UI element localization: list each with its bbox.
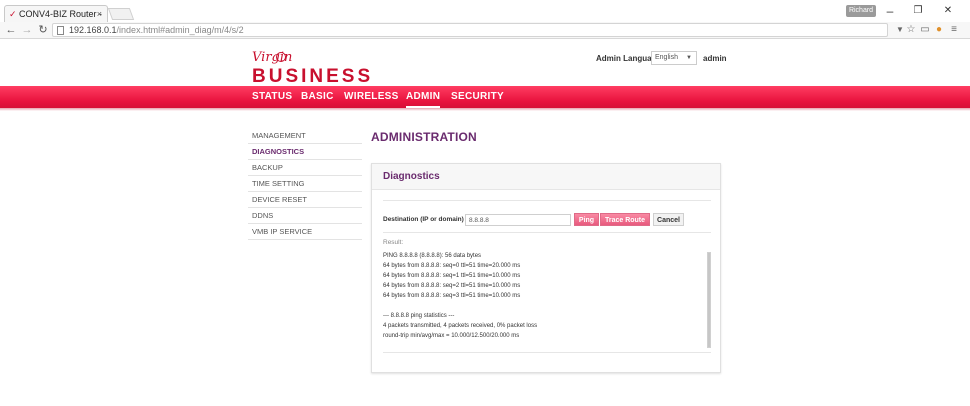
chevron-down-icon: ▼ bbox=[686, 55, 692, 61]
language-select-value: English bbox=[655, 54, 678, 61]
result-line: PING 8.8.8.8 (8.8.8.8): 56 data bytes bbox=[383, 253, 482, 259]
admin-sidebar: MANAGEMENT DIAGNOSTICS BACKUP TIME SETTI… bbox=[248, 128, 362, 240]
virgin-favicon-icon: ✓ bbox=[9, 9, 17, 19]
username[interactable]: admin bbox=[703, 54, 727, 63]
tab-title: CONV4-BIZ Router - bbox=[19, 9, 103, 19]
diagnostics-panel: Diagnostics Destination (IP or domain) P… bbox=[371, 163, 721, 373]
logo-circle-icon bbox=[276, 52, 286, 62]
nav-status[interactable]: STATUS bbox=[252, 86, 292, 108]
divider bbox=[383, 200, 711, 201]
destination-label: Destination (IP or domain) bbox=[383, 216, 464, 223]
star-icon[interactable]: ☆ bbox=[905, 24, 917, 36]
language-select[interactable]: English ▼ bbox=[651, 51, 697, 65]
sidebar-item-backup[interactable]: BACKUP bbox=[248, 160, 362, 176]
sidebar-item-management[interactable]: MANAGEMENT bbox=[248, 128, 362, 144]
tab-close-icon[interactable]: × bbox=[97, 6, 102, 22]
scrollbar-thumb[interactable] bbox=[708, 253, 710, 347]
result-line: 64 bytes from 8.8.8.8: seq=2 ttl=51 time… bbox=[383, 283, 521, 289]
nav-basic[interactable]: BASIC bbox=[301, 86, 334, 108]
minimize-icon[interactable]: – bbox=[880, 2, 900, 20]
nav-shadow bbox=[0, 108, 970, 111]
result-line: --- 8.8.8.8 ping statistics --- bbox=[383, 313, 455, 319]
nav-admin[interactable]: ADMIN bbox=[406, 86, 441, 108]
reload-icon[interactable]: ↻ bbox=[36, 23, 50, 37]
page-title: ADMINISTRATION bbox=[371, 130, 477, 144]
result-output: PING 8.8.8.8 (8.8.8.8): 56 data bytes 64… bbox=[383, 251, 711, 349]
browser-tabstrip: ✓ CONV4-BIZ Router - × Richard – ❐ ✕ bbox=[0, 0, 970, 22]
result-label: Result: bbox=[383, 239, 404, 246]
result-line: round-trip min/avg/max = 10.000/12.500/2… bbox=[383, 333, 520, 339]
restore-icon[interactable]: ❐ bbox=[908, 2, 928, 20]
nav-wireless[interactable]: WIRELESS bbox=[344, 86, 399, 108]
result-scrollbar[interactable] bbox=[707, 252, 711, 348]
extension-icon[interactable]: ● bbox=[933, 24, 945, 36]
sidebar-item-time-setting[interactable]: TIME SETTING bbox=[248, 176, 362, 192]
browser-tab[interactable]: ✓ CONV4-BIZ Router - × bbox=[4, 5, 108, 22]
menu-icon[interactable]: ≡ bbox=[948, 24, 960, 36]
panel-title: Diagnostics bbox=[383, 171, 440, 182]
divider bbox=[383, 232, 711, 233]
sidebar-item-ddns[interactable]: DDNS bbox=[248, 208, 362, 224]
browser-toolbar: ← → ↻ 192.168.0.1/index.html#admin_diag/… bbox=[0, 22, 970, 39]
result-line bbox=[383, 301, 711, 311]
new-tab-button[interactable] bbox=[107, 8, 135, 20]
nav-security[interactable]: SECURITY bbox=[451, 86, 504, 108]
url-host: 192.168.0.1 bbox=[69, 25, 117, 35]
profile-badge[interactable]: Richard bbox=[846, 5, 876, 17]
close-window-icon[interactable]: ✕ bbox=[938, 2, 958, 20]
result-line: 64 bytes from 8.8.8.8: seq=0 ttl=51 time… bbox=[383, 263, 521, 269]
ping-button[interactable]: Ping bbox=[574, 213, 599, 226]
url-path: /index.html#admin_diag/m/4/s/2 bbox=[116, 25, 244, 35]
sidebar-item-diagnostics[interactable]: DIAGNOSTICS bbox=[248, 144, 362, 160]
result-line: 64 bytes from 8.8.8.8: seq=3 ttl=51 time… bbox=[383, 293, 521, 299]
result-line: 4 packets transmitted, 4 packets receive… bbox=[383, 323, 538, 329]
address-bar[interactable]: 192.168.0.1/index.html#admin_diag/m/4/s/… bbox=[52, 23, 888, 37]
main-nav: STATUS BASIC WIRELESS ADMIN SECURITY bbox=[0, 86, 970, 108]
back-arrow-icon[interactable]: ← bbox=[4, 23, 18, 37]
cancel-button[interactable]: Cancel bbox=[653, 213, 684, 226]
divider bbox=[383, 352, 711, 353]
result-line: 64 bytes from 8.8.8.8: seq=1 ttl=51 time… bbox=[383, 273, 521, 279]
destination-input[interactable] bbox=[465, 214, 571, 226]
trace-route-button[interactable]: Trace Route bbox=[600, 213, 650, 226]
panel-header: Diagnostics bbox=[372, 164, 720, 190]
cast-icon[interactable]: ▭ bbox=[919, 24, 931, 36]
business-wordmark: BUSINESS bbox=[252, 66, 374, 87]
sidebar-item-vmb-ip-service[interactable]: VMB IP SERVICE bbox=[248, 224, 362, 240]
sidebar-item-device-reset[interactable]: DEVICE RESET bbox=[248, 192, 362, 208]
forward-arrow-icon[interactable]: → bbox=[20, 23, 34, 37]
page-icon bbox=[57, 26, 64, 35]
